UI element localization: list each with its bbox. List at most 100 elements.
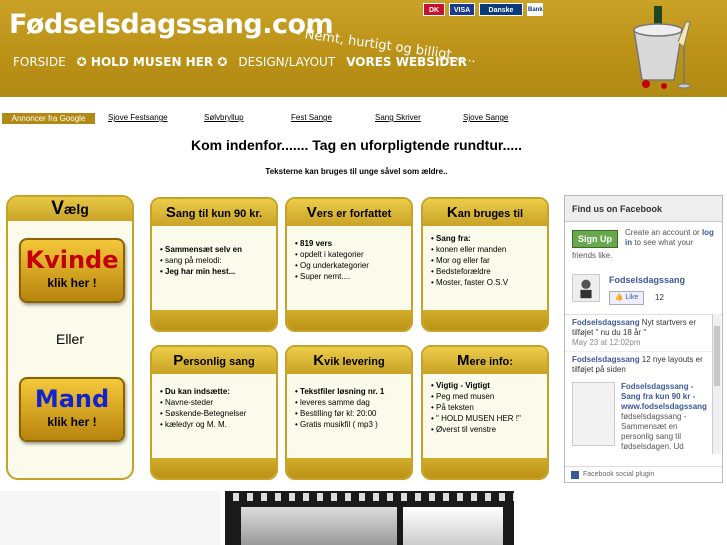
dankort-icon: DK	[423, 3, 445, 16]
mand-button[interactable]: Mand klik her !	[19, 377, 125, 442]
caption-initial: S	[165, 204, 176, 221]
choose-panel: Vælg Kvinde klik her ! Eller Mand klik h…	[6, 195, 134, 480]
box-footer	[152, 458, 276, 478]
caption-initial: V	[51, 198, 64, 219]
like-label: Like	[625, 294, 639, 301]
caption-initial: K	[313, 352, 325, 369]
caption-rest: ang til kun 90 kr.	[175, 208, 263, 220]
scrollbar-thumb[interactable]	[714, 326, 720, 386]
ads-label[interactable]: Annoncer fra Google	[2, 113, 95, 124]
list-item: Og underkategorier	[295, 260, 403, 271]
stream-post: Fodselsdagssang Nyt startvers er tilføje…	[565, 315, 722, 351]
list-item: kæledyr og M. M.	[160, 419, 268, 430]
ad-row: Annoncer fra Google Sjove Festsange Sølv…	[0, 113, 727, 125]
post-date[interactable]: May 23 at 12:02pm	[572, 338, 640, 347]
list-item: Søskende-Betegnelser	[160, 408, 268, 419]
list-item: konen eller manden	[431, 244, 539, 255]
box-mere-info[interactable]: Mere info: Vigtig - Vigtigt Peg med muse…	[421, 345, 549, 480]
caption-rest: an bruges til	[457, 208, 524, 220]
ad-link-solvbryllup[interactable]: Sølvbryllup	[204, 113, 244, 122]
film-photo-2	[403, 507, 503, 545]
ad-link-sang-skriver[interactable]: Sang Skriver	[375, 113, 421, 122]
list-item: Bedsteforældre	[431, 266, 539, 277]
stream-scrollbar[interactable]	[712, 314, 721, 454]
signup-button[interactable]: Sign Up	[572, 230, 618, 248]
box-vers-er-forfattet[interactable]: Vers er forfattet 819 vers opdelt i kate…	[285, 197, 413, 332]
facebook-stream[interactable]: Fodselsdagssang Nyt startvers er tilføje…	[565, 314, 722, 454]
list-item: Bestilling før kl: 20:00	[295, 408, 403, 419]
mand-klik-label: klik her !	[47, 415, 97, 429]
facebook-widget: Find us on Facebook Sign Up Create an ac…	[564, 195, 723, 483]
box-footer	[287, 310, 411, 330]
caption-initial: V	[306, 204, 317, 221]
nav-design-layout[interactable]: DESIGN/LAYOUT	[238, 55, 335, 69]
mand-label: Mand	[34, 385, 110, 413]
box-kan-bruges-til[interactable]: Kan bruges til Sang fra: konen eller man…	[421, 197, 549, 332]
footer-text: Facebook social plugin	[583, 471, 655, 478]
nav-vores-websider[interactable]: VORES WEBSIDER	[346, 55, 467, 69]
box-footer	[423, 458, 547, 478]
post-link[interactable]: Fodselsdagssang - Sang fra kun 90 kr - w…	[621, 382, 707, 411]
champagne-bucket-icon	[633, 6, 691, 89]
list-item: Mor og eller far	[431, 255, 539, 266]
box-kvik-levering[interactable]: Kvik levering Tekstfiler løsning nr. 1 l…	[285, 345, 413, 480]
list-item: Vigtig - Vigtigt	[431, 380, 539, 391]
box-footer	[152, 310, 276, 330]
prompt-text-c: friends like.	[572, 251, 613, 260]
box-personlig-sang[interactable]: Personlig sang Du kan indsætte: Navne-st…	[150, 345, 278, 480]
film-perforation	[225, 493, 514, 501]
list-item: Du kan indsætte:	[160, 386, 268, 397]
kvinde-button[interactable]: Kvinde klik her !	[19, 238, 125, 303]
post-author[interactable]: Fodselsdagssang	[572, 318, 640, 327]
list-item: Gratis musikfil ( mp3 )	[295, 419, 403, 430]
list-item: Jeg har min hest...	[160, 266, 268, 277]
list-item: 819 vers	[295, 238, 403, 249]
list-item: Øverst til venstre	[431, 424, 539, 435]
ad-link-fest-sange[interactable]: Fest Sange	[291, 113, 332, 122]
list-item: Moster, faster O.S.V	[431, 277, 539, 288]
box-caption: Sang til kun 90 kr.	[152, 199, 276, 226]
list-item: sang på melodi:	[160, 255, 268, 266]
list-item: Peg med musen	[431, 391, 539, 402]
list-item: leveres samme dag	[295, 397, 403, 408]
box-caption: Kvik levering	[287, 347, 411, 374]
list-item: Sang fra:	[431, 233, 539, 244]
film-photo	[241, 507, 397, 545]
post-author[interactable]: Fodselsdagssang	[572, 355, 640, 364]
page-name[interactable]: Fodselsdagssang	[609, 275, 685, 285]
danske-bank-icon: Danske	[479, 3, 523, 16]
caption-initial: K	[446, 204, 458, 221]
list-item: Navne-steder	[160, 397, 268, 408]
kvinde-klik-label: klik her !	[47, 276, 97, 290]
stream-post: Fodselsdagssang 12 nye layouts er tilføj…	[565, 351, 722, 454]
like-button[interactable]: 👍 Like	[609, 291, 644, 305]
caption-initial: M	[457, 352, 470, 369]
kvinde-label: Kvinde	[25, 246, 119, 274]
list-item: På teksten	[431, 402, 539, 413]
site-logo[interactable]: Fødselsdagssang.com	[9, 9, 334, 40]
page-avatar[interactable]	[572, 274, 600, 305]
facebook-icon	[571, 471, 579, 479]
prompt-text-a: Create an account or	[625, 228, 702, 237]
facebook-footer: Facebook social plugin	[565, 466, 722, 482]
payment-cards: DK VISA Danske Bank	[423, 3, 543, 16]
facebook-title: Find us on Facebook	[565, 196, 722, 222]
box-caption: Personlig sang	[152, 347, 276, 374]
caption-rest: ælg	[63, 201, 89, 217]
box-caption: Vers er forfattet	[287, 199, 411, 226]
post-description: fødselsdagssang - Sammensæt en personlig…	[621, 412, 687, 451]
eller-text: Eller	[55, 331, 84, 347]
list-item: Sammensæt selv en	[160, 244, 268, 255]
post-attachment: Fodselsdagssang - Sang fra kun 90 kr - w…	[621, 382, 711, 452]
box-caption: Kan bruges til	[423, 199, 547, 226]
ad-link-sjove-festsange[interactable]: Sjove Festsange	[108, 113, 168, 122]
box-sang-til-kun-90[interactable]: Sang til kun 90 kr. Sammensæt selv en sa…	[150, 197, 278, 332]
list-item: opdelt i kategorier	[295, 249, 403, 260]
page-avatar-icon	[572, 274, 600, 302]
ad-link-sjove-sange[interactable]: Sjove Sange	[463, 113, 508, 122]
nav-hold-musen-her[interactable]: ✪ HOLD MUSEN HER ✪	[77, 55, 228, 69]
post-image[interactable]	[572, 382, 615, 446]
bank-icon: Bank	[527, 3, 543, 16]
nav-forside[interactable]: FORSIDE	[13, 55, 66, 69]
box-footer	[423, 310, 547, 330]
